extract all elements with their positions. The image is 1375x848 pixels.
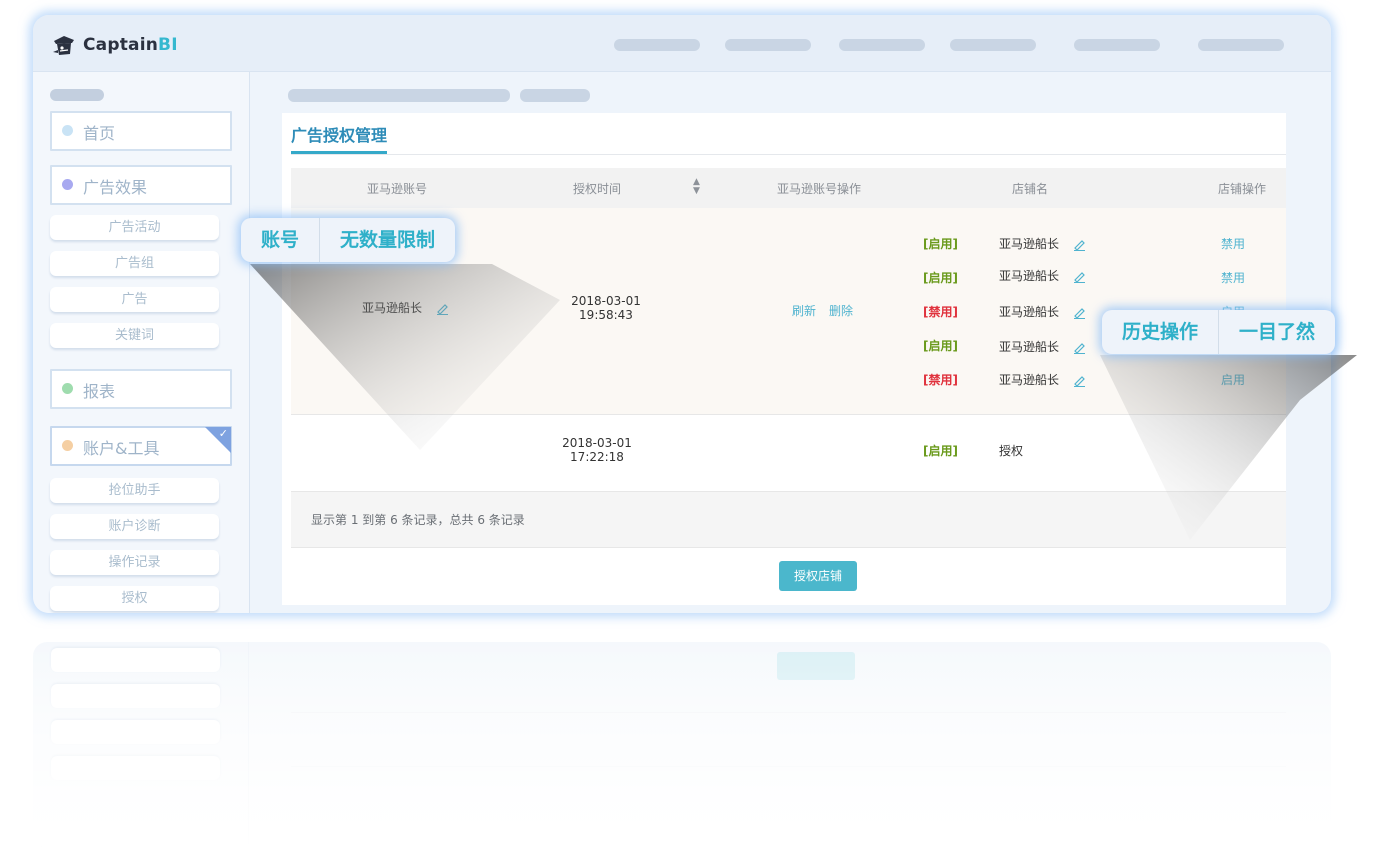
breadcrumb-placeholder-1[interactable]	[288, 89, 510, 102]
refresh-link[interactable]: 刷新	[792, 302, 816, 319]
callout-right-1: 历史操作	[1122, 321, 1199, 343]
menu-account-tools-label: 账户&工具	[83, 439, 160, 458]
shop-status: [禁用]	[923, 305, 958, 319]
submenu-ads[interactable]: 广告	[50, 287, 219, 312]
shop-name: 亚马逊船长	[999, 371, 1086, 388]
reflection-fade	[33, 642, 1331, 848]
title-divider	[291, 154, 1286, 155]
row-divider	[291, 414, 1286, 415]
pagination-info: 显示第 1 到第 6 条记录，总共 6 条记录	[291, 492, 1286, 548]
edit-pencil-icon[interactable]	[1073, 341, 1086, 354]
nav-placeholder-2[interactable]	[725, 39, 811, 51]
app-name: CaptainBI	[83, 35, 178, 55]
callout-account-unlimited: 账号 无数量限制	[241, 218, 456, 262]
ad-performance-dot-icon	[62, 179, 73, 190]
edit-pencil-icon[interactable]	[1073, 270, 1086, 283]
auth-time-2: 2018-03-01 17:22:18	[562, 436, 632, 464]
captain-hat-icon	[53, 36, 74, 55]
reports-dot-icon	[62, 383, 73, 394]
sort-icon[interactable]: ▲ ▼	[693, 178, 700, 196]
menu-reports-label: 报表	[83, 382, 116, 401]
shop-status: [启用]	[923, 339, 958, 353]
header-shop-name: 店铺名	[1012, 182, 1049, 196]
shop-status: [启用]	[923, 237, 958, 251]
edit-pencil-icon[interactable]	[1073, 238, 1086, 251]
callout-left-1: 账号	[261, 229, 300, 251]
submenu-authorize[interactable]: 授权	[50, 586, 219, 611]
shop-status: [启用]	[923, 271, 958, 285]
logo[interactable]: CaptainBI	[51, 31, 178, 59]
submenu-bid-assistant[interactable]: 抢位助手	[50, 478, 219, 503]
nav-placeholder-6[interactable]	[1198, 39, 1284, 51]
shop-name: 授权	[999, 444, 1024, 458]
header-account-actions: 亚马逊账号操作	[777, 182, 862, 196]
breadcrumb-placeholder-2[interactable]	[520, 89, 590, 102]
header-amazon-account: 亚马逊账号	[367, 182, 428, 196]
submenu-operation-log[interactable]: 操作记录	[50, 550, 219, 575]
menu-reports[interactable]: 报表	[50, 369, 232, 409]
authorize-shop-button[interactable]: 授权店铺	[779, 561, 857, 591]
menu-account-tools[interactable]: 账户&工具 ✓	[50, 426, 232, 466]
sidebar: 首页 广告效果 广告活动 广告组 广告 关键词 报表 账户&工具 ✓ 抢位助手 …	[33, 72, 250, 613]
home-dot-icon	[62, 125, 73, 136]
auth-time-1: 2018-03-01 19:58:43	[571, 294, 641, 322]
shop-toggle-link[interactable]: 禁用	[1221, 235, 1245, 252]
shop-name: 亚马逊船长	[999, 267, 1086, 284]
shop-name: 亚马逊船长	[999, 235, 1086, 252]
callout-left-2: 无数量限制	[340, 229, 436, 251]
nav-placeholder-1[interactable]	[614, 39, 700, 51]
account-tools-dot-icon	[62, 440, 73, 451]
submenu-account-diagnosis[interactable]: 账户诊断	[50, 514, 219, 539]
shop-name: 亚马逊船长	[999, 303, 1086, 320]
shop-status: [启用]	[923, 444, 958, 458]
edit-pencil-icon[interactable]	[436, 302, 449, 315]
shop-toggle-link[interactable]: 启用	[1221, 371, 1245, 388]
top-bar: CaptainBI	[33, 15, 1331, 72]
edit-pencil-icon[interactable]	[1073, 306, 1086, 319]
sidebar-placeholder	[50, 89, 104, 101]
shop-name: 亚马逊船长	[999, 338, 1086, 355]
check-icon: ✓	[218, 427, 228, 440]
window-reflection	[33, 642, 1331, 848]
shop-toggle-link[interactable]: 禁用	[1221, 269, 1245, 286]
menu-home-label: 首页	[83, 124, 116, 143]
shop-status: [禁用]	[923, 373, 958, 387]
page-title: 广告授权管理	[291, 126, 388, 145]
account-name: 亚马逊船长	[362, 299, 449, 316]
submenu-ad-groups[interactable]: 广告组	[50, 251, 219, 276]
header-auth-time[interactable]: 授权时间	[573, 180, 621, 197]
callout-right-2: 一目了然	[1239, 321, 1316, 343]
auth-panel: 广告授权管理 亚马逊账号 授权时间 ▲ ▼ 亚马逊账号操作 店铺名 店铺操作 亚马…	[282, 113, 1286, 605]
menu-ad-performance[interactable]: 广告效果	[50, 165, 232, 205]
nav-placeholder-4[interactable]	[950, 39, 1036, 51]
record-count-text: 显示第 1 到第 6 条记录，总共 6 条记录	[311, 513, 525, 527]
delete-link[interactable]: 删除	[829, 302, 853, 319]
submenu-campaigns[interactable]: 广告活动	[50, 215, 219, 240]
table-header: 亚马逊账号 授权时间 ▲ ▼ 亚马逊账号操作 店铺名 店铺操作	[291, 168, 1286, 208]
nav-placeholder-3[interactable]	[839, 39, 925, 51]
callout-history: 历史操作 一目了然	[1102, 310, 1336, 354]
edit-pencil-icon[interactable]	[1073, 374, 1086, 387]
menu-ad-performance-label: 广告效果	[83, 178, 148, 197]
header-shop-actions: 店铺操作	[1218, 182, 1267, 196]
menu-home[interactable]: 首页	[50, 111, 232, 151]
nav-placeholder-5[interactable]	[1074, 39, 1160, 51]
submenu-keywords[interactable]: 关键词	[50, 323, 219, 348]
